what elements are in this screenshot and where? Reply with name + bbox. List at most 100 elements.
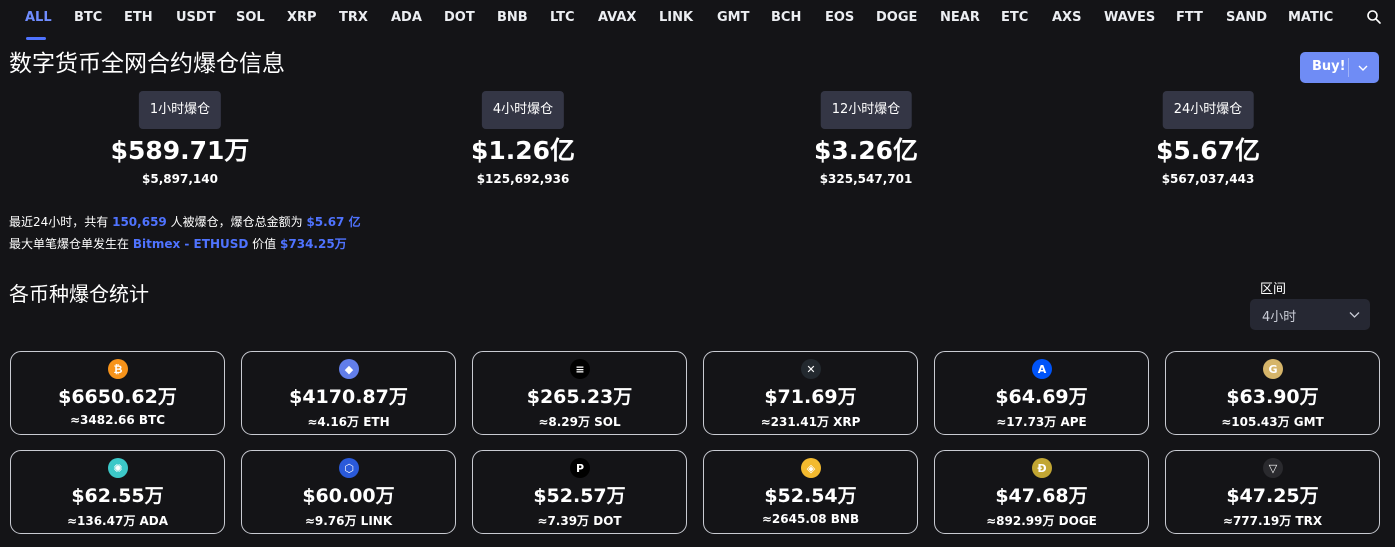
tab-link[interactable]: LINK	[659, 10, 693, 25]
coin-liquidation-quantity: ≈7.39万 DOT	[537, 514, 622, 528]
coin-card-dot[interactable]: P $52.57万 ≈7.39万 DOT	[472, 450, 687, 534]
coin-liquidation-amount: $71.69万	[764, 386, 857, 408]
dot-icon: P	[570, 458, 590, 478]
tab-xrp[interactable]: XRP	[287, 10, 317, 25]
tab-ada[interactable]: ADA	[391, 10, 422, 25]
coin-card-eth[interactable]: ◆ $4170.87万 ≈4.16万 ETH	[241, 351, 456, 435]
period-badge: 12小时爆仓	[820, 91, 912, 129]
chevron-down-icon[interactable]	[1356, 61, 1370, 75]
summary-line-max: 最大单笔爆仓单发生在 Bitmex - ETHUSD 价值 $734.25万	[9, 235, 347, 252]
coin-liquidation-amount: $60.00万	[302, 485, 395, 507]
max-order-exchange-link[interactable]: Bitmex - ETHUSD	[133, 237, 249, 251]
active-tab-indicator	[26, 37, 46, 40]
tab-bnb[interactable]: BNB	[497, 10, 528, 25]
buy-button[interactable]: Buy!	[1300, 52, 1379, 83]
buy-button-divider	[1348, 58, 1349, 77]
doge-icon: Ð	[1032, 458, 1052, 478]
coin-card-bnb[interactable]: ◈ $52.54万 ≈2645.08 BNB	[703, 450, 918, 534]
period-value: $3.26亿	[813, 136, 919, 165]
period-badge: 1小时爆仓	[138, 91, 222, 129]
ada-icon: ✺	[108, 458, 128, 478]
period-exact-value: $5,897,140	[142, 172, 218, 186]
coin-liquidation-amount: $265.23万	[526, 386, 633, 408]
tab-sol[interactable]: SOL	[236, 10, 265, 25]
coin-liquidation-amount: $47.68万	[995, 485, 1088, 507]
tab-bch[interactable]: BCH	[771, 10, 801, 25]
eth-icon: ◆	[339, 359, 359, 379]
coin-liquidation-amount: $47.25万	[1226, 485, 1319, 507]
coin-liquidation-quantity: ≈2645.08 BNB	[761, 512, 860, 526]
coin-liquidation-amount: $63.90万	[1226, 386, 1319, 408]
trx-icon: ▽	[1263, 458, 1283, 478]
period-badge: 24小时爆仓	[1162, 91, 1254, 129]
period-value: $589.71万	[110, 136, 250, 165]
section-title: 各币种爆仓统计	[9, 282, 149, 306]
range-label: 区间	[1260, 282, 1287, 297]
tab-ltc[interactable]: LTC	[550, 10, 575, 25]
coin-liquidation-quantity: ≈105.43万 GMT	[1221, 415, 1324, 429]
coin-liquidation-quantity: ≈231.41万 XRP	[760, 415, 861, 429]
tab-usdt[interactable]: USDT	[176, 10, 216, 25]
buy-button-label: Buy!	[1312, 59, 1346, 74]
period-exact-value: $325,547,701	[819, 172, 913, 186]
summary-text: 最大单笔爆仓单发生在	[9, 237, 130, 251]
coin-card-btc[interactable]: ₿ $6650.62万 ≈3482.66 BTC	[10, 351, 225, 435]
coin-card-sol[interactable]: ≡ $265.23万 ≈8.29万 SOL	[472, 351, 687, 435]
tab-etc[interactable]: ETC	[1001, 10, 1028, 25]
coin-card-doge[interactable]: Ð $47.68万 ≈892.99万 DOGE	[934, 450, 1149, 534]
period-stat: 4小时爆仓 $1.26亿 $125,692,936	[408, 91, 638, 201]
coin-card-trx[interactable]: ▽ $47.25万 ≈777.19万 TRX	[1165, 450, 1380, 534]
coin-liquidation-amount: $64.69万	[995, 386, 1088, 408]
coin-card-xrp[interactable]: ✕ $71.69万 ≈231.41万 XRP	[703, 351, 918, 435]
coin-card-gmt[interactable]: G $63.90万 ≈105.43万 GMT	[1165, 351, 1380, 435]
period-exact-value: $567,037,443	[1161, 172, 1255, 186]
coin-liquidation-amount: $62.55万	[71, 485, 164, 507]
search-icon[interactable]	[1366, 9, 1382, 25]
coin-liquidation-amount: $6650.62万	[58, 386, 177, 408]
link-icon: ⬡	[339, 458, 359, 478]
bnb-icon: ◈	[801, 458, 821, 478]
coin-liquidation-quantity: ≈777.19万 TRX	[1222, 514, 1323, 528]
coin-liquidation-quantity: ≈9.76万 LINK	[304, 514, 393, 528]
tab-dot[interactable]: DOT	[444, 10, 475, 25]
coin-card-ada[interactable]: ✺ $62.55万 ≈136.47万 ADA	[10, 450, 225, 534]
period-stat: 1小时爆仓 $589.71万 $5,897,140	[65, 91, 295, 201]
page-title: 数字货币全网合约爆仓信息	[9, 51, 285, 77]
range-selected-value: 4小时	[1262, 310, 1297, 325]
chevron-down-icon	[1349, 312, 1360, 318]
sol-icon: ≡	[570, 359, 590, 379]
gmt-icon: G	[1263, 359, 1283, 379]
period-badge: 4小时爆仓	[481, 91, 565, 129]
tab-axs[interactable]: AXS	[1052, 10, 1081, 25]
period-value: $1.26亿	[470, 136, 576, 165]
tab-near[interactable]: NEAR	[940, 10, 980, 25]
tab-eos[interactable]: EOS	[825, 10, 854, 25]
coin-card-link[interactable]: ⬡ $60.00万 ≈9.76万 LINK	[241, 450, 456, 534]
summary-text: 最近24小时，共有	[9, 215, 109, 229]
tab-all[interactable]: ALL	[25, 10, 52, 25]
coin-liquidation-quantity: ≈8.29万 SOL	[538, 415, 621, 429]
liquidation-total: $5.67 亿	[306, 215, 361, 229]
coin-tabs: ALL BTC ETH USDT SOL XRP TRX ADA DOT BNB LTC AVAX LI…	[0, 0, 1395, 40]
coin-liquidation-quantity: ≈892.99万 DOGE	[986, 514, 1097, 528]
period-stat: 24小时爆仓 $5.67亿 $567,037,443	[1093, 91, 1323, 201]
btc-icon: ₿	[108, 359, 128, 379]
tab-gmt[interactable]: GMT	[717, 10, 749, 25]
tab-waves[interactable]: WAVES	[1104, 10, 1155, 25]
tab-avax[interactable]: AVAX	[598, 10, 636, 25]
range-select[interactable]: 4小时	[1250, 299, 1370, 330]
tab-sand[interactable]: SAND	[1226, 10, 1267, 25]
max-order-value: $734.25万	[280, 237, 347, 251]
tab-ftt[interactable]: FTT	[1176, 10, 1203, 25]
coin-liquidation-quantity: ≈17.73万 APE	[996, 415, 1087, 429]
period-stat: 12小时爆仓 $3.26亿 $325,547,701	[751, 91, 981, 201]
tab-trx[interactable]: TRX	[339, 10, 368, 25]
coin-liquidation-quantity: ≈3482.66 BTC	[69, 413, 166, 427]
tab-matic[interactable]: MATIC	[1288, 10, 1333, 25]
summary-text: 价值	[252, 237, 277, 251]
coin-card-ape[interactable]: A $64.69万 ≈17.73万 APE	[934, 351, 1149, 435]
tab-doge[interactable]: DOGE	[876, 10, 917, 25]
tab-btc[interactable]: BTC	[74, 10, 102, 25]
liquidated-people-count: 150,659	[112, 215, 167, 229]
tab-eth[interactable]: ETH	[124, 10, 153, 25]
